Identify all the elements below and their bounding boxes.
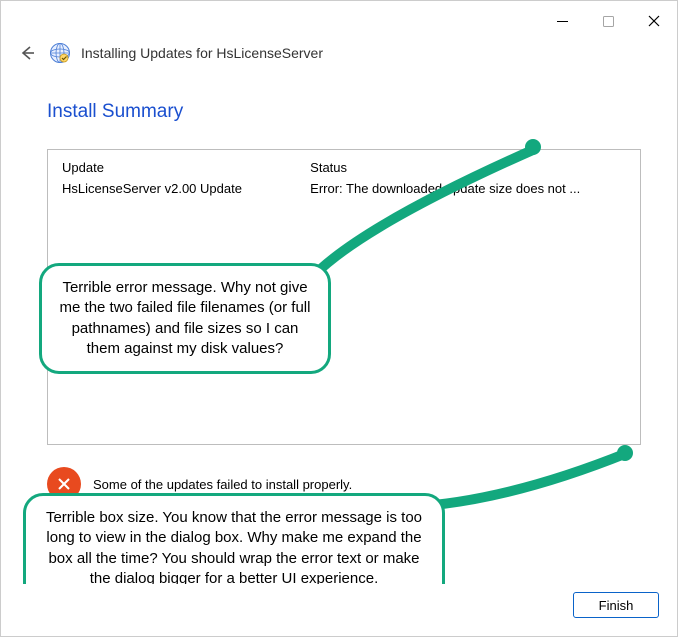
close-icon <box>648 15 660 27</box>
maximize-button <box>585 7 631 35</box>
callout-2-text: Terrible box size. You know that the err… <box>46 509 422 584</box>
header: Installing Updates for HsLicenseServer <box>1 35 677 77</box>
column-header-update: Update <box>62 160 310 175</box>
header-title: Installing Updates for HsLicenseServer <box>81 45 323 61</box>
cell-status-text: Error: The downloaded update size does n… <box>310 181 626 196</box>
table-row: HsLicenseServer v2.00 Update Error: The … <box>62 181 626 196</box>
callout-2: Terrible box size. You know that the err… <box>23 493 445 584</box>
titlebar <box>1 1 677 35</box>
callout-1-dot <box>525 139 541 155</box>
status-text: Some of the updates failed to install pr… <box>93 477 352 492</box>
globe-icon <box>49 42 71 64</box>
body: Install Summary Update Status HsLicenseS… <box>1 77 677 584</box>
cell-update-name: HsLicenseServer v2.00 Update <box>62 181 310 196</box>
footer: Finish <box>1 584 677 636</box>
callout-2-dot <box>617 445 633 461</box>
minimize-button[interactable] <box>539 7 585 35</box>
table-header-row: Update Status <box>62 160 626 175</box>
back-button[interactable] <box>15 41 39 65</box>
maximize-icon <box>603 16 614 27</box>
finish-button[interactable]: Finish <box>573 592 659 618</box>
installer-window: Installing Updates for HsLicenseServer I… <box>0 0 678 637</box>
close-button[interactable] <box>631 7 677 35</box>
callout-1: Terrible error message. Why not give me … <box>39 263 331 374</box>
summary-heading: Install Summary <box>47 101 641 123</box>
minimize-icon <box>557 16 568 27</box>
callout-1-text: Terrible error message. Why not give me … <box>60 279 311 357</box>
column-header-status: Status <box>310 160 626 175</box>
back-arrow-icon <box>18 44 36 62</box>
